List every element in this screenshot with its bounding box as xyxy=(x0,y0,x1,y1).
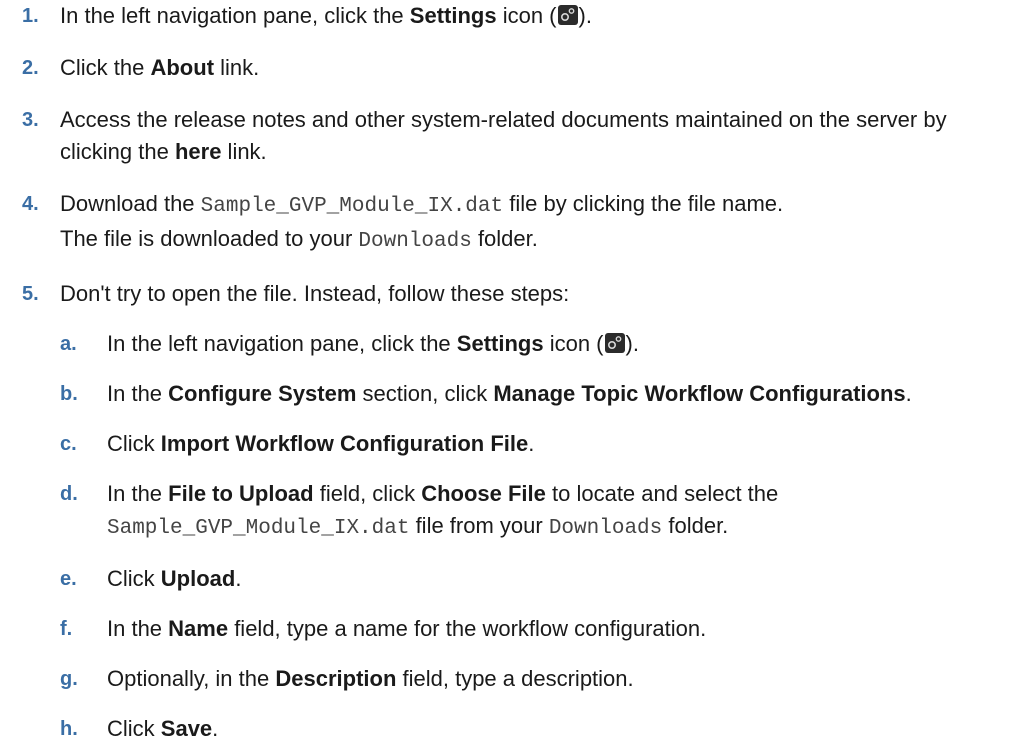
step-list: 1. In the left navigation pane, click th… xyxy=(0,0,1023,745)
substep-text: field, type a name for the workflow conf… xyxy=(228,616,707,641)
substep-text: In the xyxy=(107,616,169,641)
substep-bold: Choose File xyxy=(421,481,546,506)
substep-g: g. Optionally, in the Description field,… xyxy=(60,663,1023,695)
step-text: Click the xyxy=(60,55,151,80)
substep-bold: Name xyxy=(168,616,229,641)
substep-h: h. Click Save. xyxy=(60,713,1023,745)
substep-letter: d. xyxy=(60,483,78,505)
step-text: folder. xyxy=(471,226,538,251)
substep-letter: b. xyxy=(60,383,78,405)
substep-bold: Save xyxy=(160,716,213,741)
folder-code: Downloads xyxy=(548,517,663,540)
substep-letter: e. xyxy=(60,568,77,590)
substep-letter: h. xyxy=(60,718,78,740)
step-number: 1. xyxy=(22,5,39,27)
step-2: 2. Click the About link. xyxy=(0,52,1023,84)
substep-text: file from your xyxy=(409,513,549,538)
procedure-page: 1. In the left navigation pane, click th… xyxy=(0,0,1023,745)
step-text: icon ( xyxy=(496,3,557,28)
folder-code: Downloads xyxy=(358,230,472,253)
substep-text: Click xyxy=(107,431,161,456)
substep-list: a. In the left navigation pane, click th… xyxy=(60,328,1023,745)
substep-text: . xyxy=(235,566,242,591)
substep-text: . xyxy=(905,381,912,406)
step-text: In the left navigation pane, click the xyxy=(60,3,410,28)
substep-text: section, click xyxy=(356,381,494,406)
substep-bold: Upload xyxy=(160,566,236,591)
substep-bold: File to Upload xyxy=(168,481,314,506)
step-number: 4. xyxy=(22,193,39,215)
step-3: 3. Access the release notes and other sy… xyxy=(0,104,1023,168)
settings-gear-icon xyxy=(604,333,625,353)
substep-text: field, type a description. xyxy=(396,666,634,691)
substep-text: Click xyxy=(107,566,161,591)
step-text: file by clicking the file name. xyxy=(503,191,784,216)
settings-gear-icon xyxy=(557,5,578,25)
step-number: 2. xyxy=(22,57,39,79)
substep-text: . xyxy=(212,716,219,741)
substep-text: field, click xyxy=(313,481,422,506)
substep-bold: Settings xyxy=(456,331,544,356)
substep-text: . xyxy=(528,431,535,456)
substep-b: b. In the Configure System section, clic… xyxy=(60,378,1023,410)
substep-f: f. In the Name field, type a name for th… xyxy=(60,613,1023,645)
substep-letter: a. xyxy=(60,333,77,355)
substep-e: e. Click Upload. xyxy=(60,563,1023,595)
substep-text: to locate and select the xyxy=(545,481,779,506)
substep-bold: Manage Topic Workflow Configurations xyxy=(493,381,906,406)
step-text: Download the xyxy=(60,191,201,216)
step-bold: here xyxy=(174,139,222,164)
substep-bold: Description xyxy=(275,666,397,691)
step-number: 5. xyxy=(22,283,39,305)
substep-letter: g. xyxy=(60,668,78,690)
substep-text: In the left navigation pane, click the xyxy=(107,331,457,356)
substep-a: a. In the left navigation pane, click th… xyxy=(60,328,1023,360)
substep-text: folder. xyxy=(662,513,729,538)
substep-c: c. Click Import Workflow Configuration F… xyxy=(60,428,1023,460)
step-text: link. xyxy=(221,139,267,164)
substep-text: Click xyxy=(107,716,161,741)
filename-code: Sample_GVP_Module_IX.dat xyxy=(107,517,410,540)
substep-text: icon ( xyxy=(543,331,604,356)
substep-letter: f. xyxy=(60,618,73,640)
substep-letter: c. xyxy=(60,433,77,455)
substep-text: ). xyxy=(625,331,639,356)
step-text: The file is downloaded to your xyxy=(60,226,359,251)
substep-text: Optionally, in the xyxy=(107,666,276,691)
step-bold: About xyxy=(150,55,215,80)
substep-bold: Configure System xyxy=(168,381,357,406)
filename-code: Sample_GVP_Module_IX.dat xyxy=(200,195,504,218)
step-1: 1. In the left navigation pane, click th… xyxy=(0,0,1023,32)
step-5: 5. Don't try to open the file. Instead, … xyxy=(0,278,1023,745)
step-text: ). xyxy=(578,3,592,28)
step-text: link. xyxy=(214,55,260,80)
substep-text: In the xyxy=(107,381,169,406)
step-number: 3. xyxy=(22,109,39,131)
substep-d: d. In the File to Upload field, click Ch… xyxy=(60,478,1023,545)
substep-text: In the xyxy=(107,481,169,506)
step-4: 4. Download the Sample_GVP_Module_IX.dat… xyxy=(0,188,1023,258)
step-text: Don't try to open the file. Instead, fol… xyxy=(60,281,570,306)
substep-bold: Import Workflow Configuration File xyxy=(160,431,529,456)
step-bold: Settings xyxy=(409,3,497,28)
